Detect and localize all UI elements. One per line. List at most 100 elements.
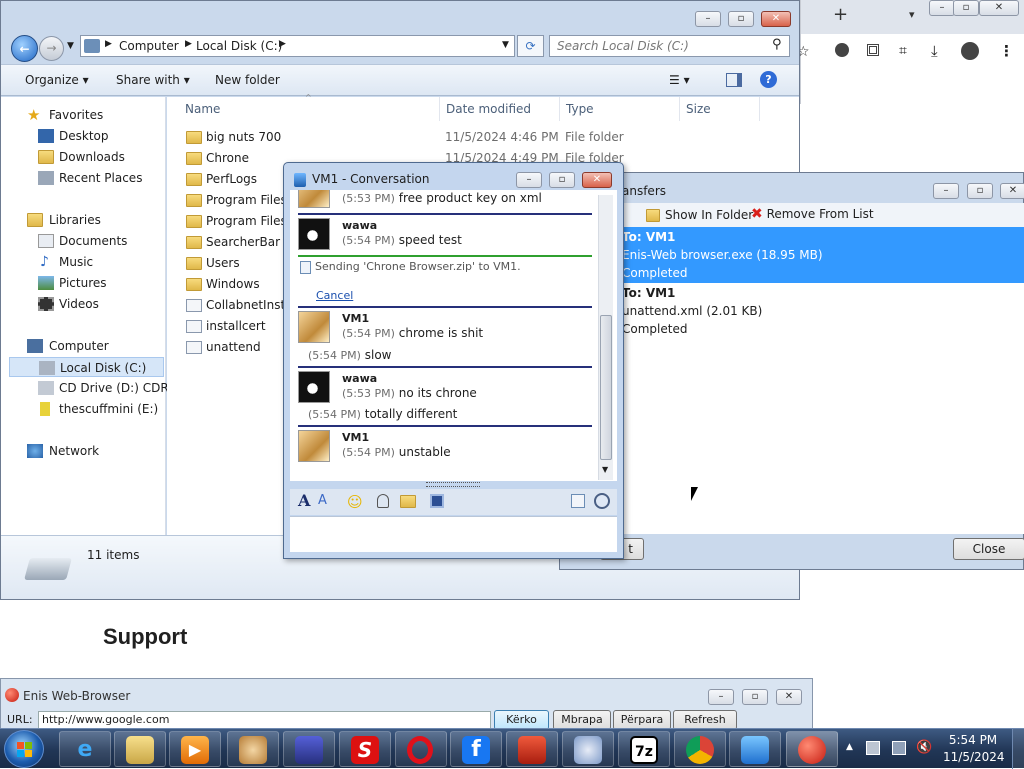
nav-label: Pictures: [59, 276, 107, 290]
attach-icon[interactable]: [377, 494, 389, 508]
taskbar-opera[interactable]: [395, 731, 447, 767]
file-row[interactable]: big nuts 700 11/5/2024 4:46 PM File folder: [167, 127, 799, 148]
explorer-minimize-button[interactable]: –: [695, 11, 721, 27]
organize-menu[interactable]: Organize ▾: [25, 73, 89, 87]
address-dropdown-icon[interactable]: ▼: [502, 40, 509, 50]
taskbar-paint2[interactable]: [562, 731, 614, 767]
taskbar-s-app[interactable]: S: [339, 731, 391, 767]
nav-local-disk[interactable]: Local Disk (C:): [9, 357, 164, 377]
back-button[interactable]: Mbrapa: [553, 710, 611, 730]
download-icon[interactable]: ⤓: [931, 42, 938, 60]
conv-close-button[interactable]: ✕: [582, 172, 612, 188]
close-button[interactable]: Close: [953, 538, 1024, 560]
taskbar-red-app[interactable]: [506, 731, 558, 767]
forward-button[interactable]: Përpara: [613, 710, 671, 730]
refresh-icon[interactable]: ⟳: [517, 35, 544, 57]
emoticon-icon[interactable]: ☺: [347, 493, 363, 511]
show-in-folder-button[interactable]: Show In Folder: [646, 208, 753, 222]
transfer-item[interactable]: To: VM1 Enis-Web browser.exe (18.95 MB) …: [622, 227, 1024, 283]
taskbar-app[interactable]: [283, 731, 335, 767]
taskbar-ie[interactable]: e: [59, 731, 111, 767]
save-icon[interactable]: [430, 494, 444, 508]
enis-minimize-button[interactable]: –: [708, 689, 734, 705]
profile-icon[interactable]: [961, 42, 979, 60]
enis-close-button[interactable]: ✕: [776, 689, 802, 705]
share-with-menu[interactable]: Share with ▾: [116, 73, 190, 87]
address-bar[interactable]: ▶ Computer ▶ Local Disk (C:) ▶ ▼: [80, 35, 515, 57]
preview-pane-icon[interactable]: [726, 73, 742, 87]
forward-button[interactable]: →: [39, 36, 64, 61]
taskbar-paint[interactable]: [227, 731, 279, 767]
bg-close-button[interactable]: ✕: [979, 0, 1019, 16]
avatar: [298, 311, 330, 343]
apps-icon[interactable]: [867, 44, 879, 56]
taskbar-enis-browser[interactable]: [786, 731, 838, 767]
mouse-cursor: [691, 487, 698, 501]
menu-icon[interactable]: ⋮: [999, 42, 1014, 60]
transfers-minimize-button[interactable]: –: [933, 183, 959, 199]
refresh-button[interactable]: Refresh: [673, 710, 737, 730]
taskbar-browser[interactable]: [674, 731, 726, 767]
new-folder-button[interactable]: New folder: [215, 73, 280, 87]
bg-minimize-button[interactable]: –: [929, 0, 955, 16]
conversation-scrollbar[interactable]: ▼: [598, 195, 613, 480]
column-type[interactable]: Type: [560, 97, 680, 121]
font-icon[interactable]: A: [298, 491, 310, 510]
column-size[interactable]: Size: [680, 97, 760, 121]
explorer-close-button[interactable]: ✕: [761, 11, 791, 27]
clock-time[interactable]: 5:54 PM: [943, 733, 1003, 747]
url-input[interactable]: http://www.google.com: [38, 711, 491, 729]
text-color-icon[interactable]: A: [318, 493, 327, 508]
history-icon[interactable]: [594, 493, 610, 509]
taskbar-explorer[interactable]: [114, 731, 166, 767]
scroll-down-icon[interactable]: ▼: [602, 465, 608, 474]
remove-from-list-button[interactable]: ✖ Remove From List: [751, 206, 874, 222]
extensions-icon[interactable]: [835, 43, 849, 57]
new-tab-button[interactable]: +: [833, 4, 848, 25]
resize-grip[interactable]: [426, 482, 480, 487]
history-dropdown-icon[interactable]: ▼: [67, 41, 74, 51]
search-icon[interactable]: ⚲: [772, 37, 782, 52]
message-input[interactable]: [290, 516, 617, 552]
show-desktop-button[interactable]: [1012, 729, 1024, 769]
search-input[interactable]: Search Local Disk (C:) ⚲: [549, 35, 790, 57]
crop-icon[interactable]: ⌗: [899, 43, 907, 59]
conv-minimize-button[interactable]: –: [516, 172, 542, 188]
taskbar-7zip[interactable]: 7z: [618, 731, 670, 767]
tab-dropdown-icon[interactable]: ▾: [909, 8, 915, 21]
pictures-icon: [38, 276, 54, 290]
start-button[interactable]: [4, 730, 44, 768]
back-button[interactable]: ←: [11, 35, 38, 62]
notes-icon[interactable]: [571, 494, 585, 508]
cancel-transfer-link[interactable]: Cancel: [316, 289, 353, 302]
volume-muted-icon[interactable]: 🔇: [916, 740, 932, 755]
disk-icon: [39, 361, 55, 375]
conv-maximize-button[interactable]: ▫: [549, 172, 575, 188]
transfer-notice: Sending 'Chrone Browser.zip' to VM1.: [315, 260, 521, 273]
taskbar-media-player[interactable]: ▶: [169, 731, 221, 767]
search-button[interactable]: Kërko: [494, 710, 549, 730]
explorer-maximize-button[interactable]: ▫: [728, 11, 754, 27]
show-hidden-icons[interactable]: ▲: [846, 742, 853, 752]
scrollbar-thumb[interactable]: [600, 315, 612, 460]
red-app-icon: [518, 736, 546, 764]
breadcrumb-computer[interactable]: Computer: [119, 39, 179, 53]
folder-icon: [186, 215, 202, 228]
column-date-modified[interactable]: Date modified: [440, 97, 560, 121]
transfers-close-title-button[interactable]: ✕: [1000, 183, 1024, 199]
enis-maximize-button[interactable]: ▫: [742, 689, 768, 705]
action-center-icon[interactable]: [866, 741, 880, 755]
view-options-icon[interactable]: ☰ ▾: [669, 73, 690, 87]
network-tray-icon[interactable]: [892, 741, 906, 755]
taskbar-facebook[interactable]: f: [450, 731, 502, 767]
transfers-maximize-button[interactable]: ▫: [967, 183, 993, 199]
search-placeholder: Search Local Disk (C:): [557, 39, 689, 53]
breadcrumb-local-disk[interactable]: Local Disk (C:): [196, 39, 282, 53]
help-icon[interactable]: ?: [760, 71, 777, 88]
bg-maximize-button[interactable]: ▫: [953, 0, 979, 16]
message-line: (5:54 PM) speed test: [342, 233, 462, 247]
send-file-icon[interactable]: [400, 495, 416, 508]
clock-date[interactable]: 11/5/2024: [943, 750, 1005, 764]
transfer-item[interactable]: To: VM1 unattend.xml (2.01 KB) Completed: [622, 283, 1024, 339]
taskbar-messenger[interactable]: [729, 731, 781, 767]
